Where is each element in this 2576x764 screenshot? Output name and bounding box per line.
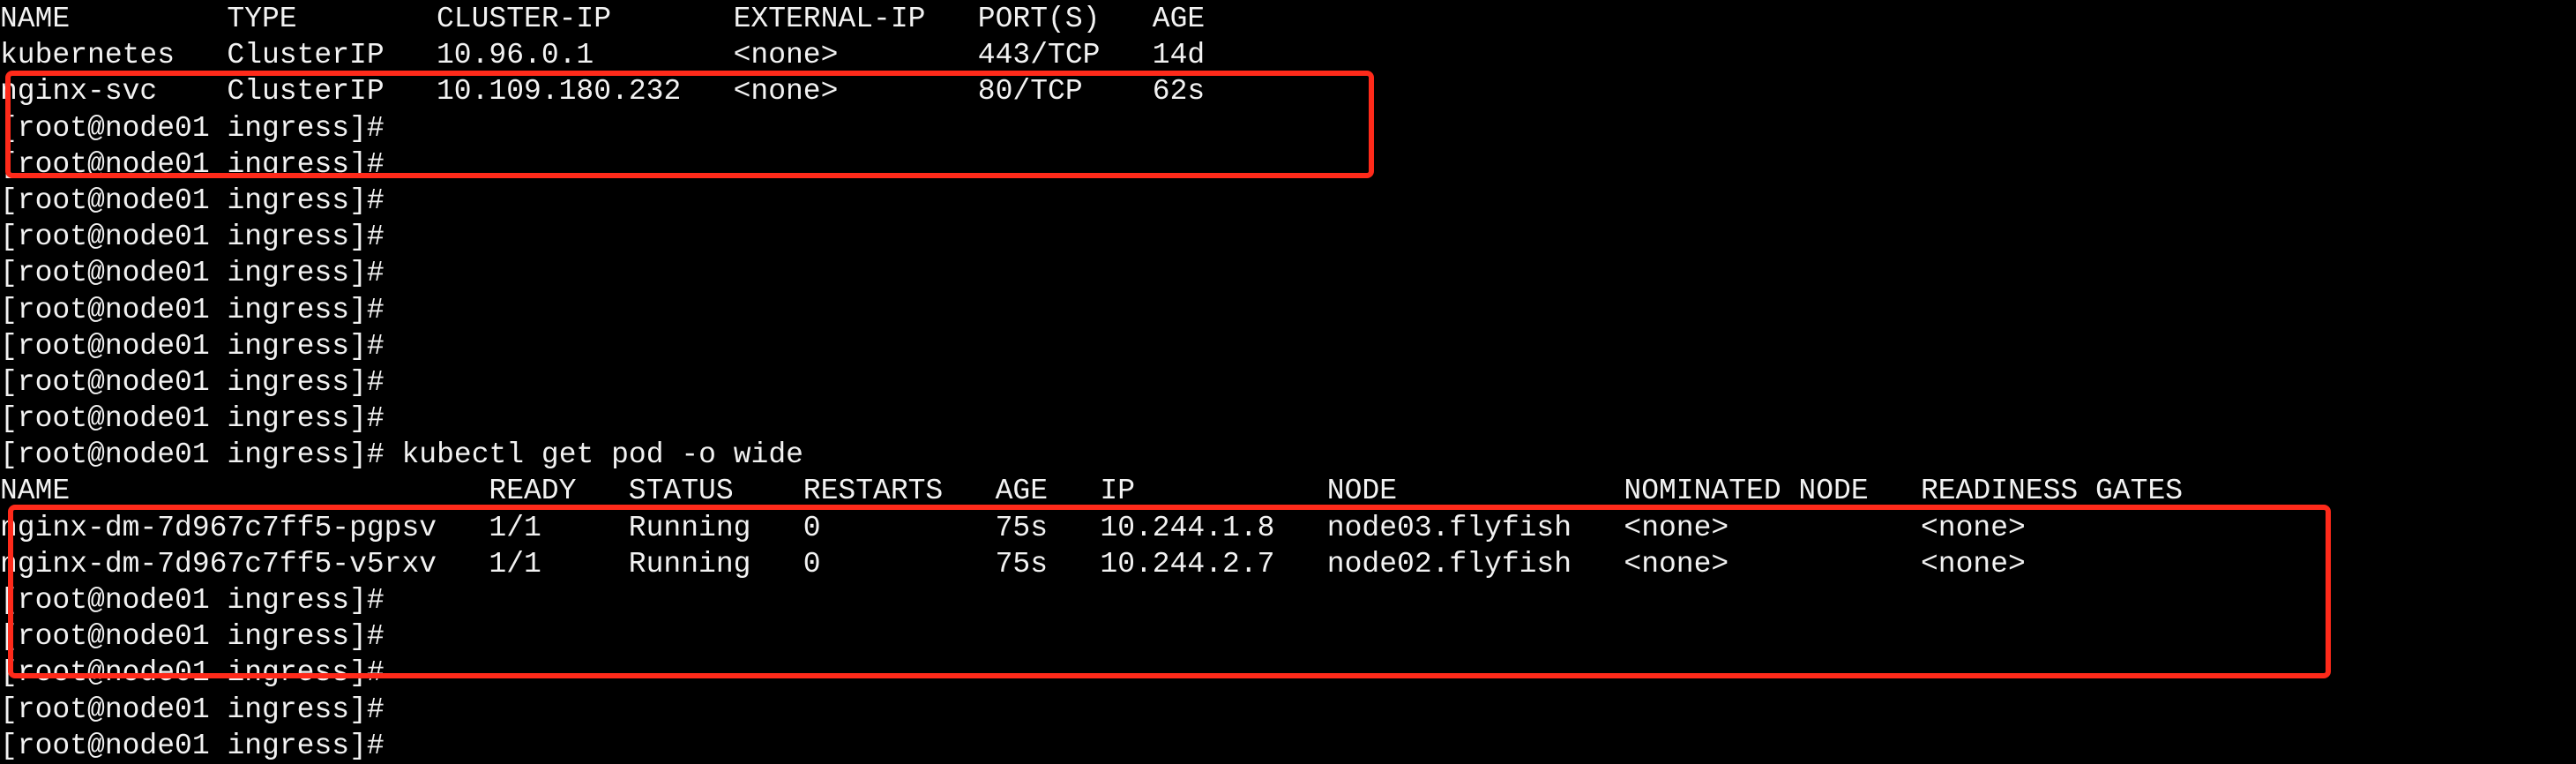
prompt-line: [root@node01 ingress]# <box>0 110 803 146</box>
prompt-line: [root@node01 ingress]# <box>0 255 803 291</box>
shell-prompt: [root@node01 ingress]# <box>0 693 385 726</box>
column-header-age: AGE <box>995 475 1049 508</box>
shell-prompt: [root@node01 ingress]# <box>0 257 385 290</box>
cell-age: 62s <box>1152 75 1206 109</box>
prompt-line: [root@node01 ingress]# <box>0 146 803 183</box>
column-header-port-s: PORT(S) <box>977 3 1101 35</box>
terminal-output[interactable]: NAME TYPE CLUSTER-IP EXTERNAL-IP PORT(S) AGE k… <box>0 1 2183 764</box>
prompt-line: [root@node01 ingress]# <box>0 364 803 401</box>
column-header-name: NAME <box>0 3 71 35</box>
shell-prompt: [root@node01 ingress]# <box>0 184 385 217</box>
cell-cluster-ip: 10.109.180.232 <box>437 75 682 109</box>
pod-row: nginx-dm-7d967c7ff5-v5rxv 1/1 Running 0 75s 1… <box>0 546 2026 582</box>
shell-prompt: [root@node01 ingress]# <box>0 293 385 326</box>
cell-readiness-gates: <none> <box>1921 511 2026 544</box>
prompt-line: [root@node01 ingress]# <box>0 183 803 219</box>
column-header-nominated-node: NOMINATED NODE <box>1624 475 1869 508</box>
prompt-line: [root@node01 ingress]# <box>0 328 803 364</box>
cell-restarts: 0 <box>803 511 821 544</box>
prompt-line: [root@node01 ingress]# <box>0 655 803 691</box>
cell-ip: 10.244.1.8 <box>1100 511 1275 544</box>
column-header-ip: IP <box>1100 475 1135 508</box>
column-header-name: NAME <box>0 475 71 508</box>
prompt-line: [root@node01 ingress]# <box>0 219 803 255</box>
cell-ready: 1/1 <box>489 511 541 544</box>
cell-status: Running <box>628 547 751 580</box>
prompt-line: [root@node01 ingress]# <box>0 692 803 728</box>
pod-header: NAME READY STATUS RESTARTS AGE IP NODE NOMINATE… <box>0 473 2183 509</box>
cell-node: node02.flyfish <box>1326 547 1572 580</box>
column-header-node: NODE <box>1326 475 1398 508</box>
cell-external-ip: <none> <box>733 75 839 109</box>
column-header-readiness-gates: READINESS GATES <box>1921 475 2184 508</box>
service-header: NAME TYPE CLUSTER-IP EXTERNAL-IP PORT(S) AGE <box>0 1 1205 37</box>
column-header-cluster-ip: CLUSTER-IP <box>437 3 612 35</box>
shell-prompt: [root@node01 ingress]# <box>0 438 385 472</box>
column-header-external-ip: EXTERNAL-IP <box>733 3 926 35</box>
cell-age: 75s <box>995 511 1049 544</box>
prompt-line: [root@node01 ingress]# <box>0 401 803 437</box>
prompt-line: [root@node01 ingress]# <box>0 618 803 655</box>
column-header-age: AGE <box>1152 3 1206 35</box>
shell-prompt: [root@node01 ingress]# <box>0 147 385 181</box>
shell-prompt: [root@node01 ingress]# <box>0 365 385 399</box>
cell-name: nginx-dm-7d967c7ff5-v5rxv <box>0 547 437 580</box>
cell-cluster-ip: 10.96.0.1 <box>437 39 594 72</box>
cell-age: 14d <box>1152 39 1206 72</box>
shell-prompt: [root@node01 ingress]# <box>0 584 385 617</box>
cell-ready: 1/1 <box>489 547 541 580</box>
cell-age: 75s <box>995 547 1049 580</box>
cell-name: nginx-dm-7d967c7ff5-pgpsv <box>0 511 437 544</box>
cell-name: nginx-svc <box>0 75 158 109</box>
column-header-ready: READY <box>489 475 577 508</box>
shell-prompt: [root@node01 ingress]# <box>0 656 385 690</box>
column-header-status: STATUS <box>628 475 734 508</box>
shell-prompt: [root@node01 ingress]# <box>0 729 385 762</box>
shell-prompt: [root@node01 ingress]# <box>0 111 385 145</box>
column-header-type: TYPE <box>227 3 297 35</box>
cell-name: kubernetes <box>0 39 175 72</box>
cell-status: Running <box>628 511 751 544</box>
column-header-restarts: RESTARTS <box>803 475 944 508</box>
cell-port-s: 80/TCP <box>977 75 1083 109</box>
cell-type: ClusterIP <box>227 39 385 72</box>
command-text: kubectl get pod -o wide <box>384 438 803 472</box>
prompt-line: [root@node01 ingress]# kubectl get pod -… <box>0 437 803 473</box>
cell-readiness-gates: <none> <box>1921 547 2026 580</box>
cell-node: node03.flyfish <box>1326 511 1572 544</box>
cell-restarts: 0 <box>803 547 821 580</box>
pod-row: nginx-dm-7d967c7ff5-pgpsv 1/1 Running 0 75s 1… <box>0 510 2026 546</box>
prompt-line: [root@node01 ingress]# <box>0 728 803 764</box>
shell-prompt: [root@node01 ingress]# <box>0 329 385 363</box>
service-row: nginx-svc ClusterIP 10.109.180.232 <none> 80… <box>0 73 1205 109</box>
cell-nominated-node: <none> <box>1624 547 1729 580</box>
shell-prompt: [root@node01 ingress]# <box>0 221 385 254</box>
cell-port-s: 443/TCP <box>977 39 1101 72</box>
prompt-line: [root@node01 ingress]# <box>0 292 803 328</box>
cell-type: ClusterIP <box>227 75 385 109</box>
cell-external-ip: <none> <box>733 39 839 72</box>
cell-nominated-node: <none> <box>1624 511 1729 544</box>
cell-ip: 10.244.2.7 <box>1100 547 1275 580</box>
shell-prompt: [root@node01 ingress]# <box>0 402 385 436</box>
prompt-line: [root@node01 ingress]# <box>0 582 803 618</box>
service-row: kubernetes ClusterIP 10.96.0.1 <none> 443/TC… <box>0 37 1205 73</box>
shell-prompt: [root@node01 ingress]# <box>0 620 385 654</box>
